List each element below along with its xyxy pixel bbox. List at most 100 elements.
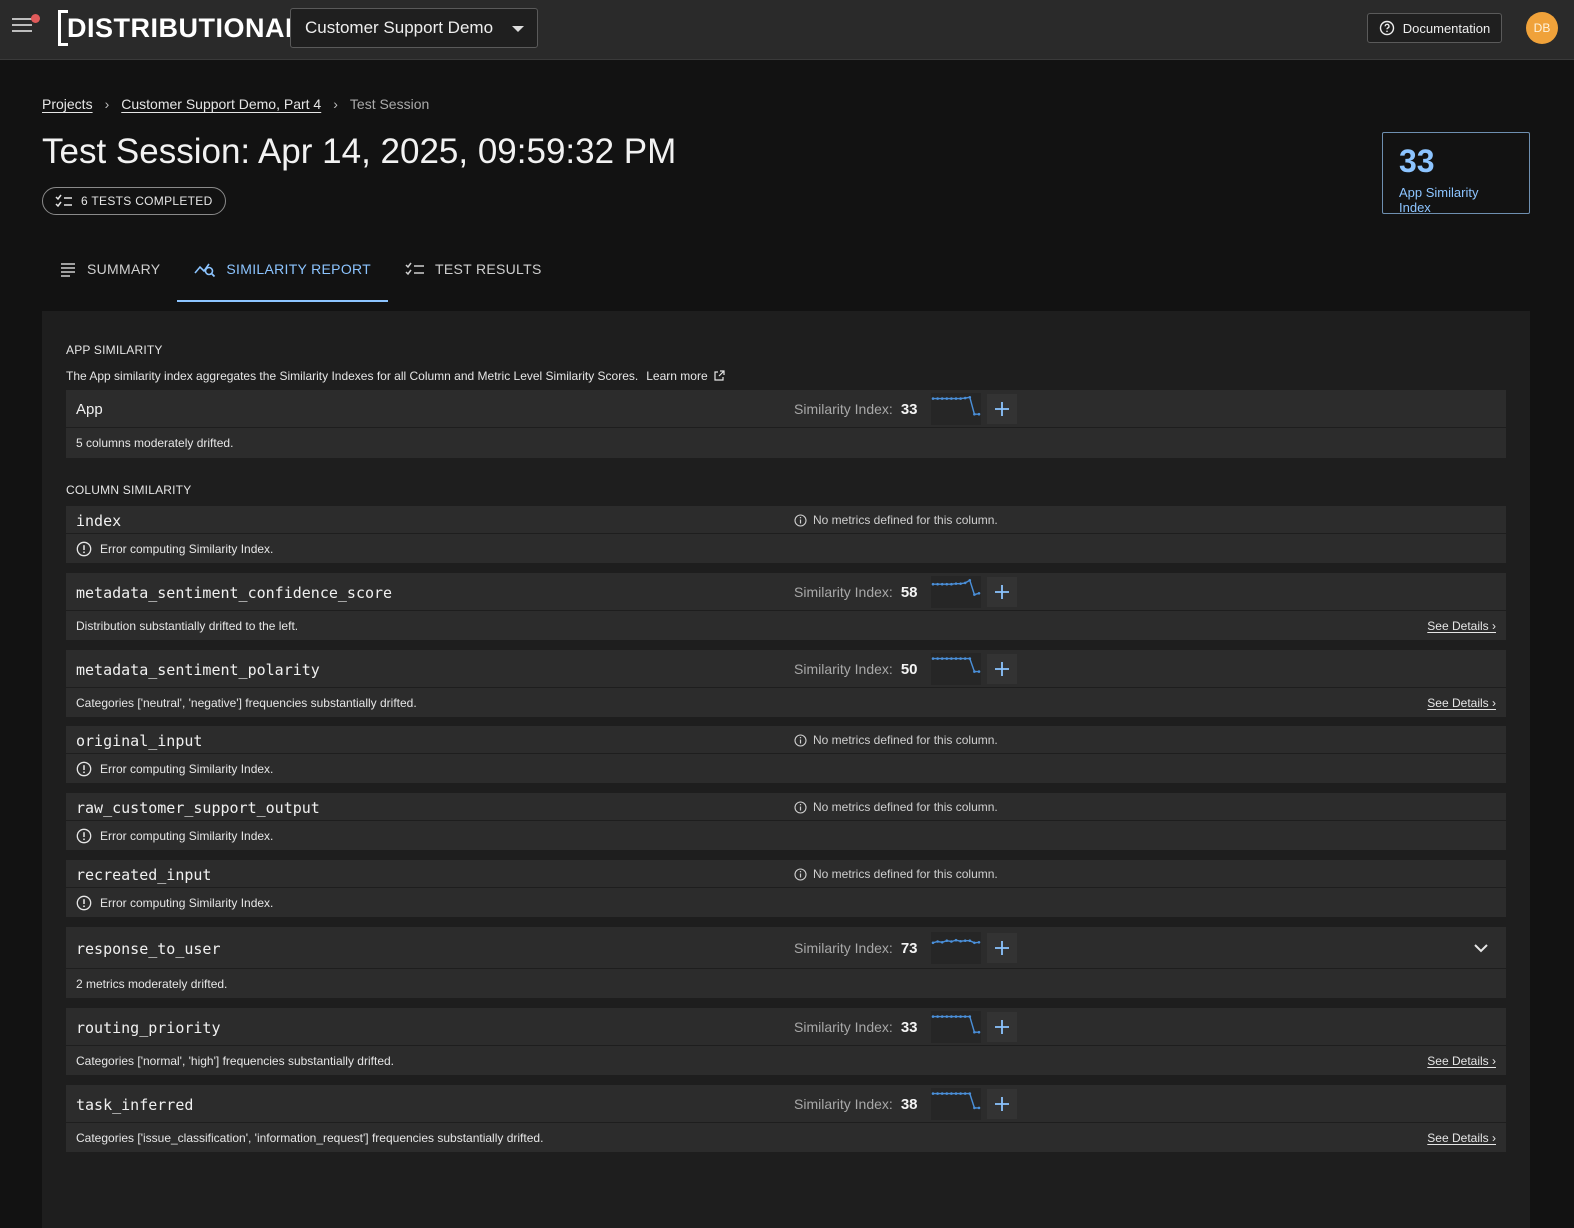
tab-test-results[interactable]: TEST RESULTS	[388, 236, 559, 302]
chevron-down-icon[interactable]	[1474, 943, 1488, 953]
see-details-link[interactable]: See Details ›	[1427, 1131, 1496, 1145]
app-similarity-index-label: App Similarity Index	[1399, 185, 1479, 215]
column-similarity-heading: COLUMN SIMILARITY	[66, 483, 192, 497]
sparkline-point	[945, 657, 948, 660]
similarity-index: Similarity Index: 50	[794, 650, 1017, 688]
plus-icon	[994, 1020, 1009, 1034]
tab-summary[interactable]: SUMMARY	[42, 236, 177, 302]
sparkline-point	[940, 1092, 944, 1095]
row-note-text: Categories ['neutral', 'negative'] frequ…	[76, 695, 417, 710]
avatar[interactable]: DB	[1526, 12, 1558, 44]
add-button[interactable]	[986, 654, 1017, 684]
sparkline-point	[963, 657, 967, 660]
row-note: Categories ['normal', 'high'] frequencie…	[66, 1046, 1506, 1075]
row-note: Categories ['neutral', 'negative'] frequ…	[66, 688, 1506, 717]
see-details-link[interactable]: See Details ›	[1427, 696, 1496, 710]
documentation-button[interactable]: Documentation	[1367, 13, 1502, 43]
similarity-index: Similarity Index: 38	[794, 1085, 1017, 1123]
sparkline-point	[959, 397, 962, 400]
similarity-index-value: 73	[900, 939, 918, 957]
chart-search-icon	[194, 263, 216, 278]
app-similarity-heading: APP SIMILARITY	[66, 343, 163, 357]
project-select-value: Customer Support Demo	[305, 18, 494, 37]
error-icon	[76, 828, 92, 843]
sparkline-point	[954, 582, 958, 585]
row-note-text: Categories ['issue_classification', 'inf…	[76, 1130, 544, 1145]
sparkline-point	[931, 582, 935, 586]
see-details-link[interactable]: See Details ›	[1427, 619, 1496, 633]
checklist-icon	[405, 262, 425, 276]
sparkline-point	[940, 657, 944, 660]
column-name: metadata_sentiment_confidence_score	[76, 584, 393, 602]
column-name: response_to_user	[76, 940, 221, 958]
row-name: App	[76, 401, 103, 418]
error-icon	[76, 761, 92, 776]
sparkline-line	[932, 657, 979, 673]
sparkline-point	[945, 1092, 948, 1095]
sparkline-point	[945, 582, 948, 586]
logo[interactable]: DISTRIBUTIONAL	[58, 10, 311, 46]
sparkline-point	[949, 940, 953, 943]
sparkline-point	[954, 657, 958, 660]
checklist-icon	[55, 194, 72, 208]
sparkline-point	[949, 1015, 953, 1018]
similarity-index: Similarity Index: 33	[794, 1008, 1017, 1046]
similarity-index-label: Similarity Index:	[794, 1019, 893, 1035]
documentation-label: Documentation	[1402, 20, 1491, 36]
column-name: raw_customer_support_output	[76, 799, 320, 817]
project-select[interactable]: Customer Support Demo	[290, 8, 538, 48]
column-row-task-inferred: task_inferred Similarity Index: 38 Categ…	[66, 1085, 1506, 1152]
sparkline-point	[936, 657, 939, 660]
add-button[interactable]	[986, 394, 1017, 424]
sparkline-point	[963, 1015, 967, 1018]
similarity-index-label: Similarity Index:	[794, 584, 893, 600]
info-icon	[794, 513, 807, 527]
error-text: Error computing Similarity Index.	[100, 761, 274, 776]
row-note-text: 2 metrics moderately drifted.	[76, 976, 228, 991]
row-note: 2 metrics moderately drifted.	[66, 969, 1506, 998]
sparkline-point	[959, 1092, 962, 1095]
sparkline-point	[936, 1092, 939, 1095]
column-row-metadata-sentiment-polarity: metadata_sentiment_polarity Similarity I…	[66, 650, 1506, 717]
app-similarity-row: App Similarity Index: 33 5 columns moder…	[66, 390, 1506, 458]
help-circle-icon	[1379, 20, 1394, 36]
add-button[interactable]	[986, 577, 1017, 607]
column-row-response-to-user[interactable]: response_to_user Similarity Index: 73 2 …	[66, 927, 1506, 998]
sparkline-point	[940, 1015, 944, 1018]
column-row-recreated-input: recreated_input No metrics defined for th…	[66, 860, 1506, 917]
no-metrics-text: No metrics defined for this column.	[813, 513, 998, 527]
sparkline-point	[959, 1015, 962, 1018]
learn-more-link[interactable]: Learn more	[646, 369, 725, 383]
sparkline-point	[945, 939, 948, 943]
sparkline-point	[954, 1092, 958, 1095]
breadcrumb-projects[interactable]: Projects	[42, 96, 93, 112]
sparkline-point	[972, 670, 976, 673]
breadcrumb: Projects › Customer Support Demo, Part 4…	[42, 96, 429, 112]
app-similarity-index-card: 33 App Similarity Index	[1382, 132, 1530, 215]
column-row-metadata-sentiment-confidence-score: metadata_sentiment_confidence_score Simi…	[66, 573, 1506, 640]
row-note: 5 columns moderately drifted.	[66, 428, 1506, 458]
tests-badge-label: 6 TESTS COMPLETED	[81, 194, 213, 208]
column-name: recreated_input	[76, 866, 212, 884]
sparkline-point	[954, 938, 958, 942]
sparkline-point	[931, 657, 935, 660]
row-note-text: Distribution substantially drifted to th…	[76, 618, 299, 633]
row-note: Distribution substantially drifted to th…	[66, 611, 1506, 640]
breadcrumb-project[interactable]: Customer Support Demo, Part 4	[121, 96, 321, 112]
plus-icon	[994, 585, 1009, 599]
sparkline-point	[968, 579, 971, 582]
sparkline-point	[968, 396, 971, 399]
add-button[interactable]	[986, 1012, 1017, 1042]
menu-icon[interactable]	[12, 14, 40, 36]
row-note: Error computing Similarity Index.	[66, 821, 1506, 850]
plus-icon	[994, 402, 1009, 416]
row-note-text: Categories ['normal', 'high'] frequencie…	[76, 1053, 394, 1068]
see-details-link[interactable]: See Details ›	[1427, 1054, 1496, 1068]
add-button[interactable]	[986, 933, 1017, 963]
chevron-right-icon: ›	[333, 96, 338, 112]
similarity-index-label: Similarity Index:	[794, 940, 893, 956]
tests-completed-badge[interactable]: 6 TESTS COMPLETED	[42, 187, 226, 215]
sparkline-point	[977, 1106, 981, 1110]
add-button[interactable]	[986, 1089, 1017, 1119]
tab-similarity-report[interactable]: SIMILARITY REPORT	[177, 236, 388, 302]
